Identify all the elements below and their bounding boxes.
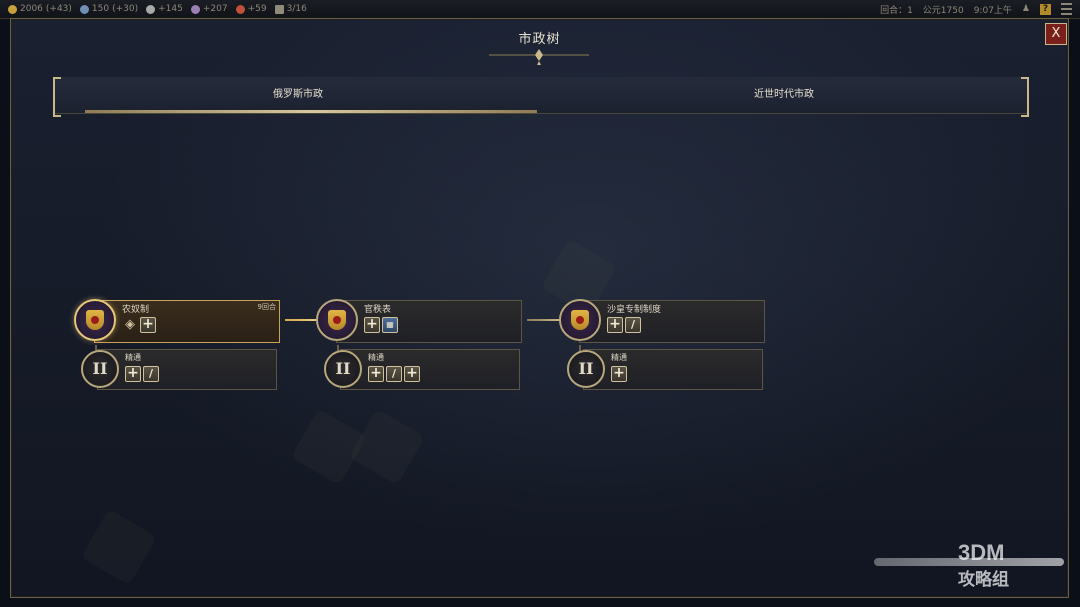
settlement-icon bbox=[274, 4, 284, 14]
civic-emblem bbox=[74, 299, 116, 341]
civic-node-tsarist-autocracy[interactable]: 沙皇专制制度 + / bbox=[559, 299, 765, 343]
civic-unlock-icons: + / bbox=[607, 317, 641, 333]
mastery-unlock-icons: + / + bbox=[368, 366, 420, 382]
help-button[interactable]: ? bbox=[1040, 3, 1051, 15]
civic-emblem bbox=[316, 299, 358, 341]
title-ornament-icon bbox=[489, 49, 589, 65]
plus-icon[interactable]: + bbox=[125, 366, 141, 382]
russian-eagle-icon bbox=[86, 310, 104, 330]
culture-amount: +207 bbox=[202, 4, 228, 14]
plus-icon[interactable]: + bbox=[140, 317, 156, 333]
plus-icon[interactable]: + bbox=[404, 366, 420, 382]
notification-icon[interactable]: ♟ bbox=[1022, 4, 1030, 14]
tab-modern-age-civics[interactable]: 近世时代市政 bbox=[541, 77, 1027, 113]
civic-name: 官秩表 bbox=[364, 305, 392, 315]
russian-eagle-icon bbox=[328, 310, 346, 330]
gold-resource: 2006 (+43) bbox=[8, 4, 72, 14]
resource-bar: 2006 (+43) 150 (+30) +145 +207 +59 3/16 … bbox=[0, 0, 1080, 19]
plus-icon[interactable]: + bbox=[368, 366, 384, 382]
science-resource: 150 (+30) bbox=[79, 4, 139, 14]
tree-connector bbox=[285, 319, 319, 321]
mastery-name: 精通 bbox=[125, 353, 141, 362]
turn-counter: 回合：1 bbox=[880, 5, 913, 16]
watermark-line1: 3DM bbox=[958, 540, 1005, 565]
civic-tabs: 俄罗斯市政 近世时代市政 bbox=[53, 77, 1029, 117]
civic-emblem bbox=[559, 299, 601, 341]
tab-russia-civics[interactable]: 俄罗斯市政 bbox=[55, 77, 541, 113]
mastery-unlock-icons: + bbox=[611, 366, 627, 382]
mastery-numeral: II bbox=[567, 350, 605, 388]
civic-name: 沙皇专制制度 bbox=[607, 305, 662, 315]
settlement-resource: 3/16 bbox=[274, 4, 307, 14]
mastery-numeral: II bbox=[81, 350, 119, 388]
civic-name: 农奴制 bbox=[122, 305, 150, 315]
culture-resource: +207 bbox=[190, 4, 228, 14]
science-icon bbox=[79, 4, 89, 14]
gold-amount: 2006 bbox=[20, 4, 43, 14]
menu-icon[interactable] bbox=[1061, 3, 1072, 15]
faith-resource: +145 bbox=[146, 4, 183, 14]
mastery-node-tsarist-autocracy[interactable]: II 精通 + bbox=[567, 349, 763, 391]
mastery-bar bbox=[583, 349, 763, 390]
mastery-node-table-of-ranks[interactable]: II 精通 + / + bbox=[324, 349, 520, 391]
faith-icon bbox=[146, 4, 156, 14]
influence-amount: +59 bbox=[247, 4, 267, 14]
influence-icon bbox=[235, 4, 245, 14]
slash-icon[interactable]: / bbox=[143, 366, 159, 382]
civic-tree-panel: 市政树 X 俄罗斯市政 近世时代市政 农奴制 9回合 ◈ + II 精通 + /… bbox=[10, 18, 1069, 598]
plus-icon[interactable]: + bbox=[364, 317, 380, 333]
civic-turns: 9回合 bbox=[257, 303, 276, 311]
influence-resource: +59 bbox=[235, 4, 267, 14]
gold-rate: (+43) bbox=[45, 4, 72, 14]
mastery-bar bbox=[97, 349, 277, 390]
selected-tab-indicator bbox=[85, 110, 537, 113]
background-hex bbox=[348, 408, 426, 486]
culture-icon bbox=[190, 4, 200, 14]
mastery-bar bbox=[340, 349, 520, 390]
slash-icon[interactable]: / bbox=[386, 366, 402, 382]
plus-icon[interactable]: + bbox=[607, 317, 623, 333]
mastery-unlock-icons: + / bbox=[125, 366, 159, 382]
mastery-name: 精通 bbox=[368, 353, 384, 362]
faith-amount: +145 bbox=[158, 4, 183, 14]
gold-icon bbox=[8, 4, 17, 14]
civic-node-serfdom[interactable]: 农奴制 9回合 ◈ + bbox=[74, 299, 280, 343]
plus-icon[interactable]: + bbox=[611, 366, 627, 382]
mastery-numeral: II bbox=[324, 350, 362, 388]
watermark-line2: 攻略组 bbox=[958, 570, 1009, 590]
tree-connector bbox=[527, 319, 561, 321]
russian-eagle-icon bbox=[571, 310, 589, 330]
clock: 9:07上午 bbox=[973, 5, 1012, 16]
civic-unlock-icons: ◈ + bbox=[122, 317, 156, 333]
civic-unlock-icons: + ▦ bbox=[364, 317, 398, 333]
slash-icon[interactable]: / bbox=[625, 317, 641, 333]
close-button[interactable]: X bbox=[1045, 23, 1067, 45]
settlement-count: 3/16 bbox=[286, 4, 307, 14]
top-right-info: 回合：1 公元1750 9:07上午 ♟ ? bbox=[880, 0, 1072, 18]
grid-icon[interactable]: ▦ bbox=[382, 317, 398, 333]
science-rate: (+30) bbox=[112, 4, 139, 14]
panel-title: 市政树 bbox=[518, 32, 561, 47]
civic-node-table-of-ranks[interactable]: 官秩表 + ▦ bbox=[316, 299, 522, 343]
mastery-node-serfdom[interactable]: II 精通 + / bbox=[81, 349, 277, 391]
year-display: 公元1750 bbox=[922, 5, 964, 16]
diamond-icon[interactable]: ◈ bbox=[122, 317, 138, 333]
mastery-name: 精通 bbox=[611, 353, 627, 362]
science-amount: 150 bbox=[91, 4, 110, 14]
background-hex bbox=[80, 508, 158, 586]
watermark-logo: 3DM 攻略组 bbox=[874, 540, 1070, 595]
